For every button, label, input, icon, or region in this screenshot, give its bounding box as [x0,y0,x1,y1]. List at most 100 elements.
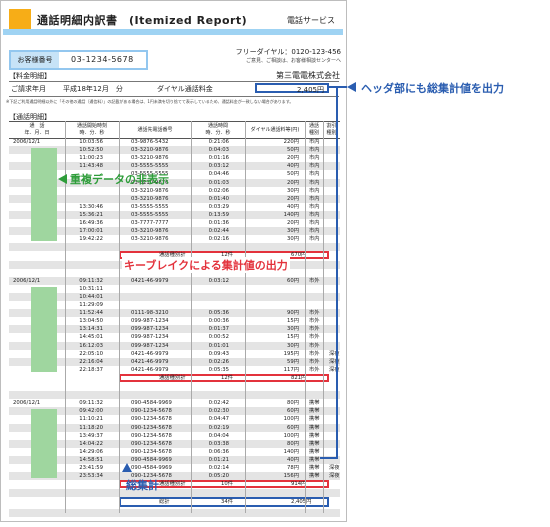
call-date: 2006/12/1 [13,139,41,145]
duration: 0:00:36 [208,318,229,325]
subtotal-count: 10件 [221,481,234,488]
duration: 0:02:26 [208,358,229,365]
subtotal-count: 12件 [221,374,234,381]
start-time: 23:41:59 [79,465,103,471]
fee: 30円 [286,236,299,243]
fee: 220円 [283,139,299,145]
fee: 40円 [286,456,299,463]
column-divider [305,121,306,513]
phone-number: 090-1234-5678 [131,424,172,431]
fee: 140円 [283,448,299,455]
phone-number: 0421-46-9979 [131,277,169,284]
call-type: 市内 [309,163,320,170]
free-dial: フリーダイヤル：0120-123-456 [235,48,341,56]
discount-type: 深夜 [329,473,340,480]
phone-number: 03-5555-5555 [131,211,169,218]
call-type: 市外 [309,366,320,373]
table-row: 11:52:44 0111-98-3210 0:05:36 90円 市外 [9,309,340,318]
fee: 90円 [286,310,299,317]
call-type: 携帯 [309,448,320,455]
customer-number-box: お客様番号 03-1234-5678 [9,50,148,70]
fee: 140円 [283,211,299,218]
fee: 60円 [286,277,299,284]
call-type: 市内 [309,236,320,243]
table-row-empty [9,517,340,521]
call-type: 携帯 [309,408,320,415]
hide-dup-arrow-icon [58,174,67,184]
table-row: 16:12:03 099-987-1234 0:01:01 30円 市外 [9,341,340,350]
table-row: 11:29:09 [9,301,340,309]
duration: 0:03:29 [208,203,229,210]
phone-number: 090-1234-5678 [131,408,172,415]
phone-number: 090-1234-5678 [131,416,172,423]
free-dial-note: ご意見、ご相談は、お客様相談センターへ [245,58,341,64]
call-type: 市外 [309,350,320,357]
phone-number: 03-3210-9876 [131,195,169,202]
start-time: 10:52:50 [79,147,103,154]
duration: 0:05:35 [208,366,229,373]
phone-number: 03-5555-5555 [131,203,169,210]
table-row: 10:44:01 [9,292,340,301]
duration: 0:01:21 [208,456,229,463]
billing-section-title: 【料金明細】 [9,72,51,80]
customer-number-label: お客様番号 [11,52,59,68]
header-total-callout: ヘッダ部にも総集計値を出力 [361,82,504,95]
header-fee: ダイヤル通話料等(円) [250,127,300,133]
report-title: 通話明細内訳書 (Itemized Report) [37,14,248,27]
start-time: 10:03:56 [79,139,103,145]
fee: 80円 [286,440,299,447]
discount-type: 深夜 [329,350,340,357]
start-time: 11:43:48 [79,163,103,170]
start-time: 22:18:37 [79,366,103,373]
table-row: 11:18:20 090-1234-5678 0:02:19 60円 携帯 [9,423,340,432]
phone-number: 090-4584-9969 [131,456,172,463]
start-time: 14:45:01 [79,334,103,341]
table-row: 17:00:01 03-3210-9876 0:02:44 30円 市内 [9,227,340,236]
call-type: 市外 [309,318,320,325]
duration: 0:02:14 [208,465,229,471]
keybreak-callout: キーブレイクによる集計値の出力 [122,257,290,273]
table-row: 14:29:06 090-1234-5678 0:06:36 140円 携帯 [9,448,340,456]
fee: 100円 [283,416,299,423]
duration: 0:01:16 [208,155,229,162]
phone-number: 0111-98-3210 [131,310,169,317]
start-time: 14:29:06 [79,448,103,455]
duration: 0:01:40 [208,195,229,202]
discount-type: 深夜 [329,358,340,365]
duration: 0:02:42 [208,400,229,407]
duration: 0:04:04 [208,432,229,439]
call-type: 市外 [309,326,320,333]
duration: 0:01:37 [208,326,229,333]
company-name: 第三電電株式会社 [276,71,340,80]
call-type: 携帯 [309,424,320,431]
call-type: 市内 [309,211,320,218]
call-type: 携帯 [309,416,320,423]
table-row: 22:18:37 0421-46-9979 0:05:35 117円 市外 深夜 [9,366,340,374]
start-time: 22:16:04 [79,358,103,365]
duration: 0:13:59 [208,211,229,218]
discount-type: 深夜 [329,465,340,471]
duration: 0:21:06 [208,139,229,145]
fee: 30円 [286,187,299,194]
start-time: 13:14:31 [79,326,103,333]
phone-number: 03-7777-7777 [131,220,169,226]
table-row: 13:30:46 03-5555-5555 0:03:29 40円 市内 [9,203,340,211]
duration: 0:05:20 [208,473,229,480]
call-type: 市外 [309,358,320,365]
phone-number: 099-987-1234 [131,334,169,341]
phone-number: 03-3210-9876 [131,187,169,194]
start-time: 13:30:46 [79,203,103,210]
table-row: 13:04:50 099-987-1234 0:00:36 15円 市外 [9,317,340,325]
fee: 30円 [286,326,299,333]
duration: 0:03:12 [208,163,229,170]
start-time: 19:42:22 [79,236,103,243]
grand-total-row: 総計 34件 2,405円 [119,497,329,508]
fee: 20円 [286,195,299,202]
hide-dup-callout: 重複データの非表示 [70,173,169,186]
call-type: 市内 [309,155,320,162]
fee: 40円 [286,163,299,170]
call-type: 市外 [309,277,320,284]
start-time: 17:00:01 [79,228,103,235]
phone-number: 03-5555-5555 [131,163,169,170]
table-row: 14:45:01 099-987-1234 0:00:52 15円 市外 [9,333,340,341]
